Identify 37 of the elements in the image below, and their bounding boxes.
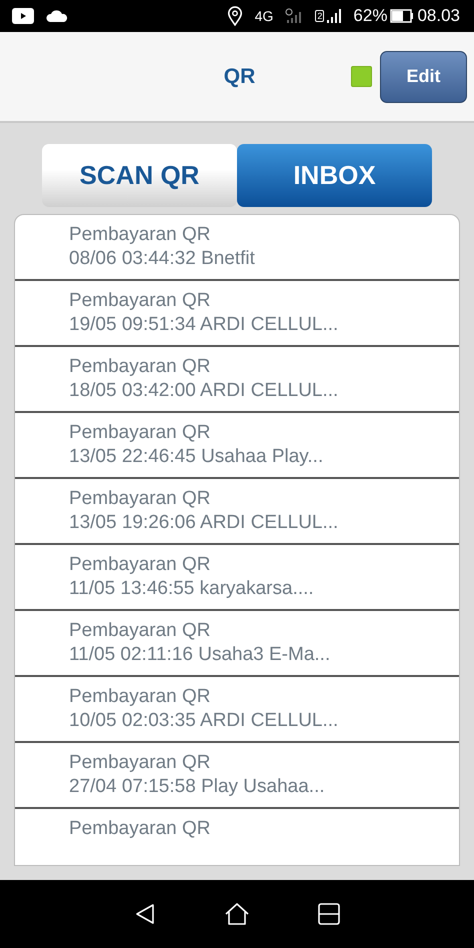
video-app-icon: [12, 8, 34, 24]
message-title: Pembayaran QR: [69, 685, 212, 709]
edit-button[interactable]: Edit: [380, 50, 467, 102]
message-detail: 11/05 02:11:16 Usaha3 E-Ma...: [69, 643, 332, 667]
recent-apps-icon[interactable]: [318, 903, 340, 925]
message-detail: 19/05 09:51:34 ARDI CELLUL...: [69, 313, 340, 337]
message-detail: 10/05 02:03:35 ARDI CELLUL...: [69, 709, 340, 733]
message-detail: 27/04 07:15:58 Play Usahaa...: [69, 775, 326, 799]
message-title: Pembayaran QR: [69, 553, 212, 577]
tab[interactable]: SCAN QR: [42, 144, 237, 207]
cloud-icon: [46, 9, 68, 23]
message-title: Pembayaran QR: [69, 355, 212, 379]
message-title: Pembayaran QR: [69, 487, 212, 511]
tab[interactable]: INBOX: [237, 144, 432, 207]
signal-icon: [285, 8, 304, 24]
message-title: Pembayaran QR: [69, 751, 212, 775]
message-title: Pembayaran QR: [69, 817, 212, 841]
message-title: Pembayaran QR: [69, 223, 212, 247]
home-icon[interactable]: [224, 902, 250, 926]
screen-title: QR: [222, 64, 256, 88]
message-detail: 13/05 22:46:45 Usahaa Play...: [69, 445, 324, 469]
message-title: Pembayaran QR: [69, 421, 212, 445]
message-detail: 08/06 03:44:32 Bnetfit: [69, 247, 256, 271]
location-icon: [226, 6, 243, 26]
back-icon[interactable]: [134, 903, 156, 925]
sim-badge: 2: [315, 10, 324, 22]
message-detail: 13/05 19:26:06 ARDI CELLUL...: [69, 511, 340, 535]
clock-time: 08.03: [417, 6, 460, 26]
message-detail: 18/05 03:42:00 ARDI CELLUL...: [69, 379, 340, 403]
message-detail: 11/05 13:46:55 karyakarsa....: [69, 577, 315, 601]
battery-icon: [390, 9, 414, 23]
message-title: Pembayaran QR: [69, 619, 212, 643]
battery-percent: 62%: [353, 6, 388, 26]
message-title: Pembayaran QR: [69, 289, 212, 313]
signal-icon: [327, 8, 342, 24]
network-type: 4G: [254, 8, 274, 24]
status-indicator: [351, 66, 372, 87]
